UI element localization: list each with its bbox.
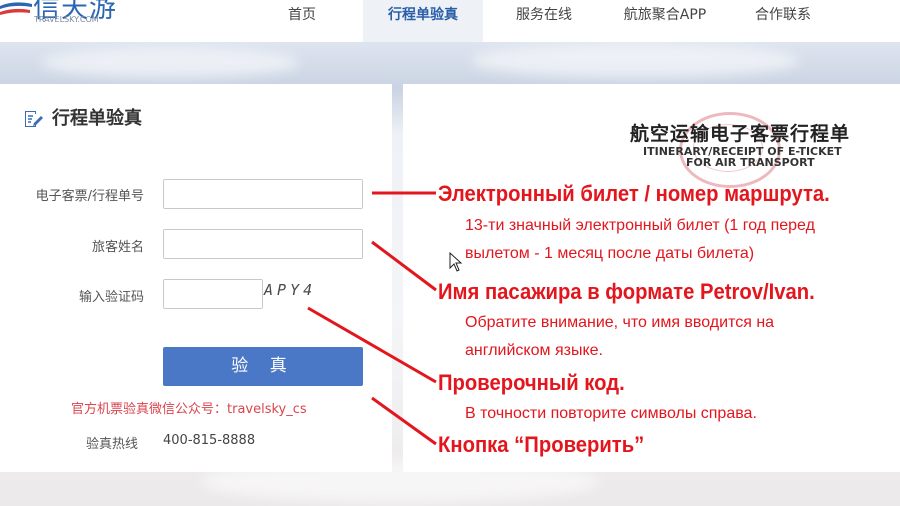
annotation-line-name xyxy=(371,240,437,292)
annotation-name-heading: Имя пасажира в формате Petrov/Ivan. xyxy=(438,279,815,304)
annotation-code-heading: Проверочный код. xyxy=(438,370,625,395)
annotation-name-note-2: английском языке. xyxy=(465,342,603,359)
annotation-ticket-note-1: 13-ти значный электронный билет (1 год п… xyxy=(465,217,815,234)
annotation-ticket-heading: Электронный билет / номер маршрута. xyxy=(438,181,830,206)
annotation-name-note-1: Обратите внимание, что имя вводится на xyxy=(465,314,775,331)
annotation-line-code xyxy=(307,306,437,384)
annotation-code-note: В точности повторите символы справа. xyxy=(465,405,757,422)
annotation-ticket-note-2: вылетом - 1 месяц после даты билета) xyxy=(465,245,755,262)
annotation-line-button xyxy=(371,396,437,446)
annotation-button-heading: Кнопка “Проверить” xyxy=(438,432,645,457)
mouse-cursor-icon xyxy=(449,252,463,272)
